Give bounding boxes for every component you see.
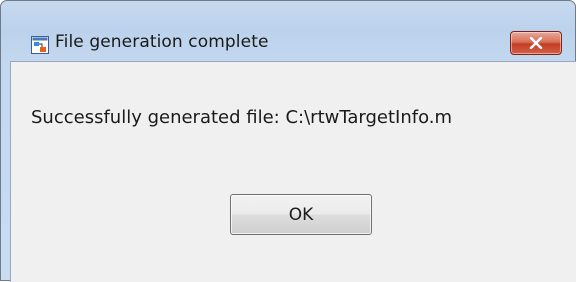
dialog-content: Successfully generated file: C:\rtwTarge… — [10, 61, 576, 282]
title-bar[interactable]: File generation complete — [1, 1, 575, 61]
window-title: File generation complete — [55, 32, 269, 52]
ok-button[interactable]: OK — [230, 194, 372, 235]
close-button[interactable] — [510, 31, 562, 55]
close-icon — [529, 34, 543, 53]
dialog-window: File generation complete Successfully ge… — [0, 0, 579, 282]
window-frame: File generation complete Successfully ge… — [0, 0, 576, 282]
simulink-model-icon — [31, 36, 49, 54]
status-message: Successfully generated file: C:\rtwTarge… — [31, 107, 453, 128]
